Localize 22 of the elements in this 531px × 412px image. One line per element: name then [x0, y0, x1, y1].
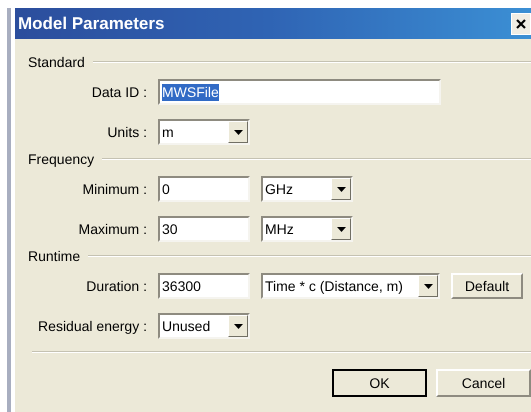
- default-button[interactable]: Default: [451, 273, 523, 299]
- window-title: Model Parameters: [18, 12, 164, 35]
- section-title: Frequency: [28, 150, 94, 169]
- field-label: Duration :: [85, 276, 147, 296]
- section-title: Standard: [28, 52, 85, 72]
- section-title: Runtime: [28, 246, 80, 266]
- field-label: Maximum :: [78, 220, 147, 238]
- field-label: Units :: [106, 122, 147, 142]
- dropdown[interactable]: m: [158, 119, 250, 145]
- dropdown[interactable]: GHz: [261, 176, 353, 202]
- field-label: Data ID :: [90, 82, 147, 102]
- dialog-button[interactable]: Cancel: [436, 369, 531, 397]
- dropdown[interactable]: Unused: [158, 313, 250, 339]
- dialog-button[interactable]: OK: [332, 369, 427, 397]
- field-label: Residual energy :: [37, 316, 147, 336]
- field-label: Minimum :: [81, 180, 147, 198]
- text-field[interactable]: MWSFile: [158, 79, 441, 105]
- text-field[interactable]: 30: [158, 216, 250, 242]
- dropdown[interactable]: Time * c (Distance, m): [261, 273, 440, 299]
- text-field[interactable]: 36300: [158, 273, 250, 299]
- dropdown[interactable]: MHz: [261, 216, 353, 242]
- text-field[interactable]: 0: [158, 176, 250, 202]
